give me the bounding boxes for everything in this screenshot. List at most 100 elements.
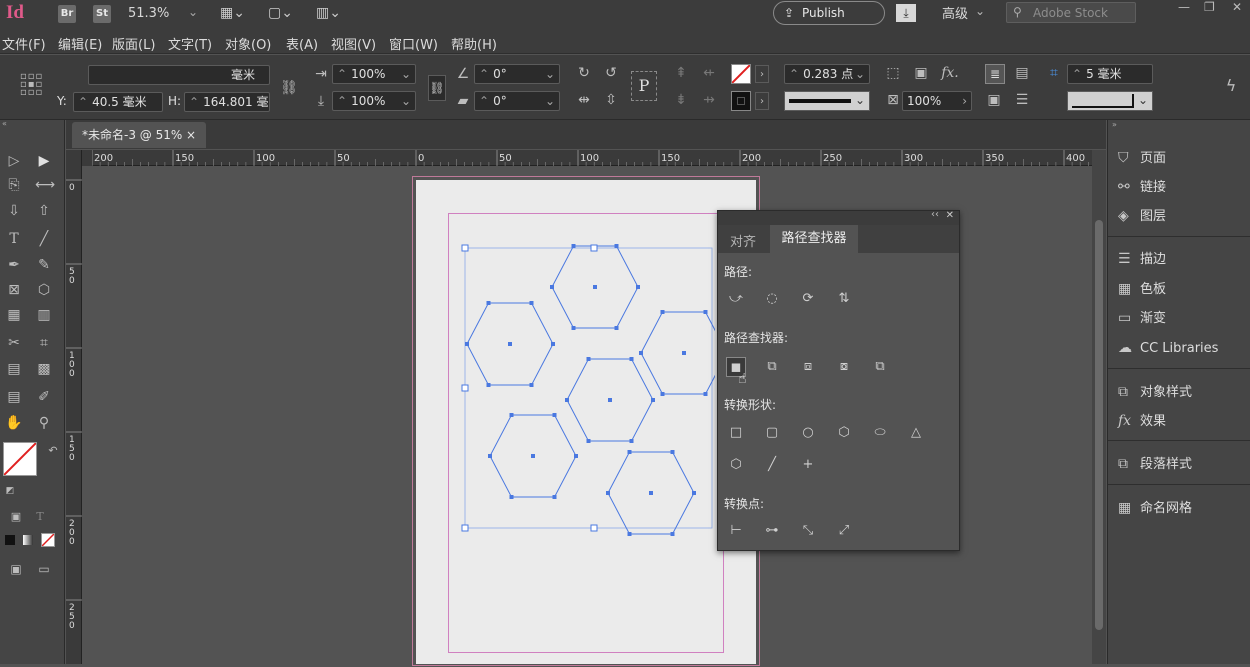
- menu-view[interactable]: 视图(V): [331, 34, 376, 53]
- auto-fit-icon[interactable]: ⌗: [1045, 64, 1063, 82]
- selection-tool-icon[interactable]: ▷: [5, 152, 23, 170]
- anchor-point[interactable]: [614, 326, 619, 330]
- text-wrap-shape-icon[interactable]: ▣: [985, 91, 1003, 109]
- horizontal-ruler[interactable]: 200 150 100 50 0 50 100 150 200 250 300 350 400: [91, 150, 1138, 166]
- swap-colors-icon[interactable]: ↶: [44, 442, 62, 460]
- rotation-angle-field[interactable]: ⌃ 0° ⌄: [474, 64, 560, 84]
- anchor-point[interactable]: [651, 398, 655, 402]
- smooth-point-icon[interactable]: ⤡: [798, 521, 818, 541]
- reference-point-icon[interactable]: ▫▫▫ ▫▪▫ ▫▫▫: [20, 72, 46, 99]
- collapse-dock-icon[interactable]: »: [1112, 120, 1117, 129]
- vertical-ruler[interactable]: 050100150200250: [66, 150, 82, 664]
- panel-paragraph-styles[interactable]: ⧉ 段落样式: [1118, 452, 1192, 476]
- formatting-container-icon[interactable]: ▣: [7, 508, 25, 526]
- anchor-point[interactable]: [529, 301, 534, 305]
- anchor-point[interactable]: [627, 450, 632, 454]
- anchor-point[interactable]: [627, 532, 632, 536]
- menu-layout[interactable]: 版面(L): [112, 34, 155, 53]
- table-tool-icon[interactable]: ▦: [5, 306, 23, 324]
- zoom-dropdown-icon[interactable]: ⌄: [188, 5, 198, 19]
- normal-view-icon[interactable]: ▣: [7, 560, 25, 578]
- panel-pages[interactable]: ⛉ 页面: [1118, 146, 1166, 170]
- search-placeholder[interactable]: Adobe Stock: [1033, 6, 1108, 20]
- fill-swatch[interactable]: [731, 64, 751, 84]
- anchor-point[interactable]: [692, 491, 696, 495]
- hexagon-shape[interactable]: [640, 311, 715, 395]
- hexagon-group[interactable]: [465, 244, 715, 536]
- stock-search[interactable]: ⚲ Adobe Stock: [1006, 2, 1136, 23]
- direct-selection-tool-icon[interactable]: ▶: [35, 152, 53, 170]
- workspace-switcher[interactable]: 高级: [942, 3, 968, 22]
- panel-header[interactable]: ‹‹ ✕: [718, 209, 959, 225]
- rectangle-frame-tool-icon[interactable]: ⊠: [5, 281, 23, 299]
- flip-horizontal-icon[interactable]: ⇹: [575, 91, 593, 109]
- panel-links[interactable]: ⚯ 链接: [1118, 175, 1166, 199]
- rotate-clockwise-icon[interactable]: ↻: [575, 64, 593, 82]
- select-next-object-icon[interactable]: ⇸: [700, 91, 718, 109]
- select-container-icon[interactable]: ⇞: [672, 64, 690, 82]
- handle-middle-left[interactable]: [461, 384, 469, 392]
- workspace-chevron-icon[interactable]: ⌄: [975, 4, 985, 18]
- anchor-point[interactable]: [636, 285, 640, 289]
- zoom-tool-icon[interactable]: ⚲: [35, 414, 53, 432]
- panel-effects[interactable]: fx 效果: [1118, 409, 1166, 433]
- convert-orthogonal-line-icon[interactable]: +: [798, 455, 818, 475]
- anchor-point[interactable]: [551, 342, 555, 346]
- anchor-point[interactable]: [660, 310, 665, 314]
- shear-angle-field[interactable]: ⌃ 0° ⌄: [474, 91, 560, 111]
- anchor-point[interactable]: [629, 439, 634, 443]
- plain-point-icon[interactable]: ⊢: [726, 521, 746, 541]
- screen-mode-toggle-icon[interactable]: ▭: [35, 560, 53, 578]
- convert-polygon-icon[interactable]: ⬡: [726, 455, 746, 475]
- content-placer-tool-icon[interactable]: ⇧: [35, 202, 53, 220]
- text-wrap-bounding-icon[interactable]: ▤: [1013, 64, 1031, 82]
- convert-rectangle-icon[interactable]: □: [726, 423, 746, 443]
- intersect-shapes-icon[interactable]: ⧈: [798, 357, 818, 377]
- convert-triangle-icon[interactable]: △: [906, 423, 926, 443]
- close-path-icon[interactable]: ⟳: [798, 289, 818, 309]
- minus-back-icon[interactable]: ⧉: [870, 357, 890, 377]
- join-path-icon[interactable]: ⤻: [726, 289, 746, 309]
- menu-table[interactable]: 表(A): [286, 34, 318, 53]
- page-tool-icon[interactable]: ⎘: [5, 176, 23, 194]
- drop-shadow-icon[interactable]: ⬚: [884, 64, 902, 82]
- bounding-handles[interactable]: [461, 244, 598, 532]
- select-content-icon[interactable]: ⇟: [672, 91, 690, 109]
- note-tool-icon[interactable]: ▤: [5, 388, 23, 406]
- arrange-documents-icon[interactable]: ▥⌄: [316, 5, 341, 21]
- content-collector-tool-icon[interactable]: ⇩: [5, 202, 23, 220]
- apply-color-icon[interactable]: [5, 535, 15, 545]
- apply-none-icon[interactable]: [41, 533, 55, 547]
- screen-mode-icon[interactable]: ▢⌄: [268, 5, 293, 21]
- flip-vertical-icon[interactable]: ⇳: [602, 91, 620, 109]
- stroke-menu-icon[interactable]: ›: [755, 92, 769, 110]
- anchor-point[interactable]: [509, 413, 514, 417]
- pencil-tool-icon[interactable]: ✎: [35, 256, 53, 274]
- pen-tool-icon[interactable]: ✒: [5, 256, 23, 274]
- anchor-point[interactable]: [565, 398, 569, 402]
- frame-fitting-icon[interactable]: ▣: [912, 64, 930, 82]
- default-colors-icon[interactable]: ◩: [1, 482, 19, 500]
- convert-line-icon[interactable]: ╱: [762, 455, 782, 475]
- hexagon-selection[interactable]: [455, 240, 715, 540]
- view-options-icon[interactable]: ▦⌄: [220, 5, 245, 21]
- panel-cc-libraries[interactable]: ☁ CC Libraries: [1118, 336, 1218, 360]
- panel-object-styles[interactable]: ⧉ 对象样式: [1118, 380, 1192, 404]
- tab-pathfinder[interactable]: 路径查找器: [770, 225, 858, 253]
- anchor-point[interactable]: [586, 357, 591, 361]
- select-previous-object-icon[interactable]: ⇷: [700, 64, 718, 82]
- anchor-point[interactable]: [488, 454, 492, 458]
- share-icon[interactable]: ⤓: [896, 4, 916, 22]
- anchor-point[interactable]: [606, 491, 610, 495]
- anchor-point[interactable]: [550, 285, 554, 289]
- stroke-weight-field[interactable]: ⌃ 0.283 点 ⌄: [784, 64, 870, 84]
- anchor-point[interactable]: [670, 532, 675, 536]
- tab-align[interactable]: 对齐: [730, 231, 756, 250]
- anchor-point[interactable]: [574, 454, 578, 458]
- menu-help[interactable]: 帮助(H): [451, 34, 497, 53]
- handle-top-left[interactable]: [461, 244, 469, 252]
- minimize-window-icon[interactable]: —: [1178, 0, 1190, 14]
- hand-tool-icon[interactable]: ✋: [5, 414, 23, 432]
- stroke-type-dropdown[interactable]: ⌄: [784, 91, 870, 111]
- stroke-style-dropdown[interactable]: ⌄: [1067, 91, 1153, 111]
